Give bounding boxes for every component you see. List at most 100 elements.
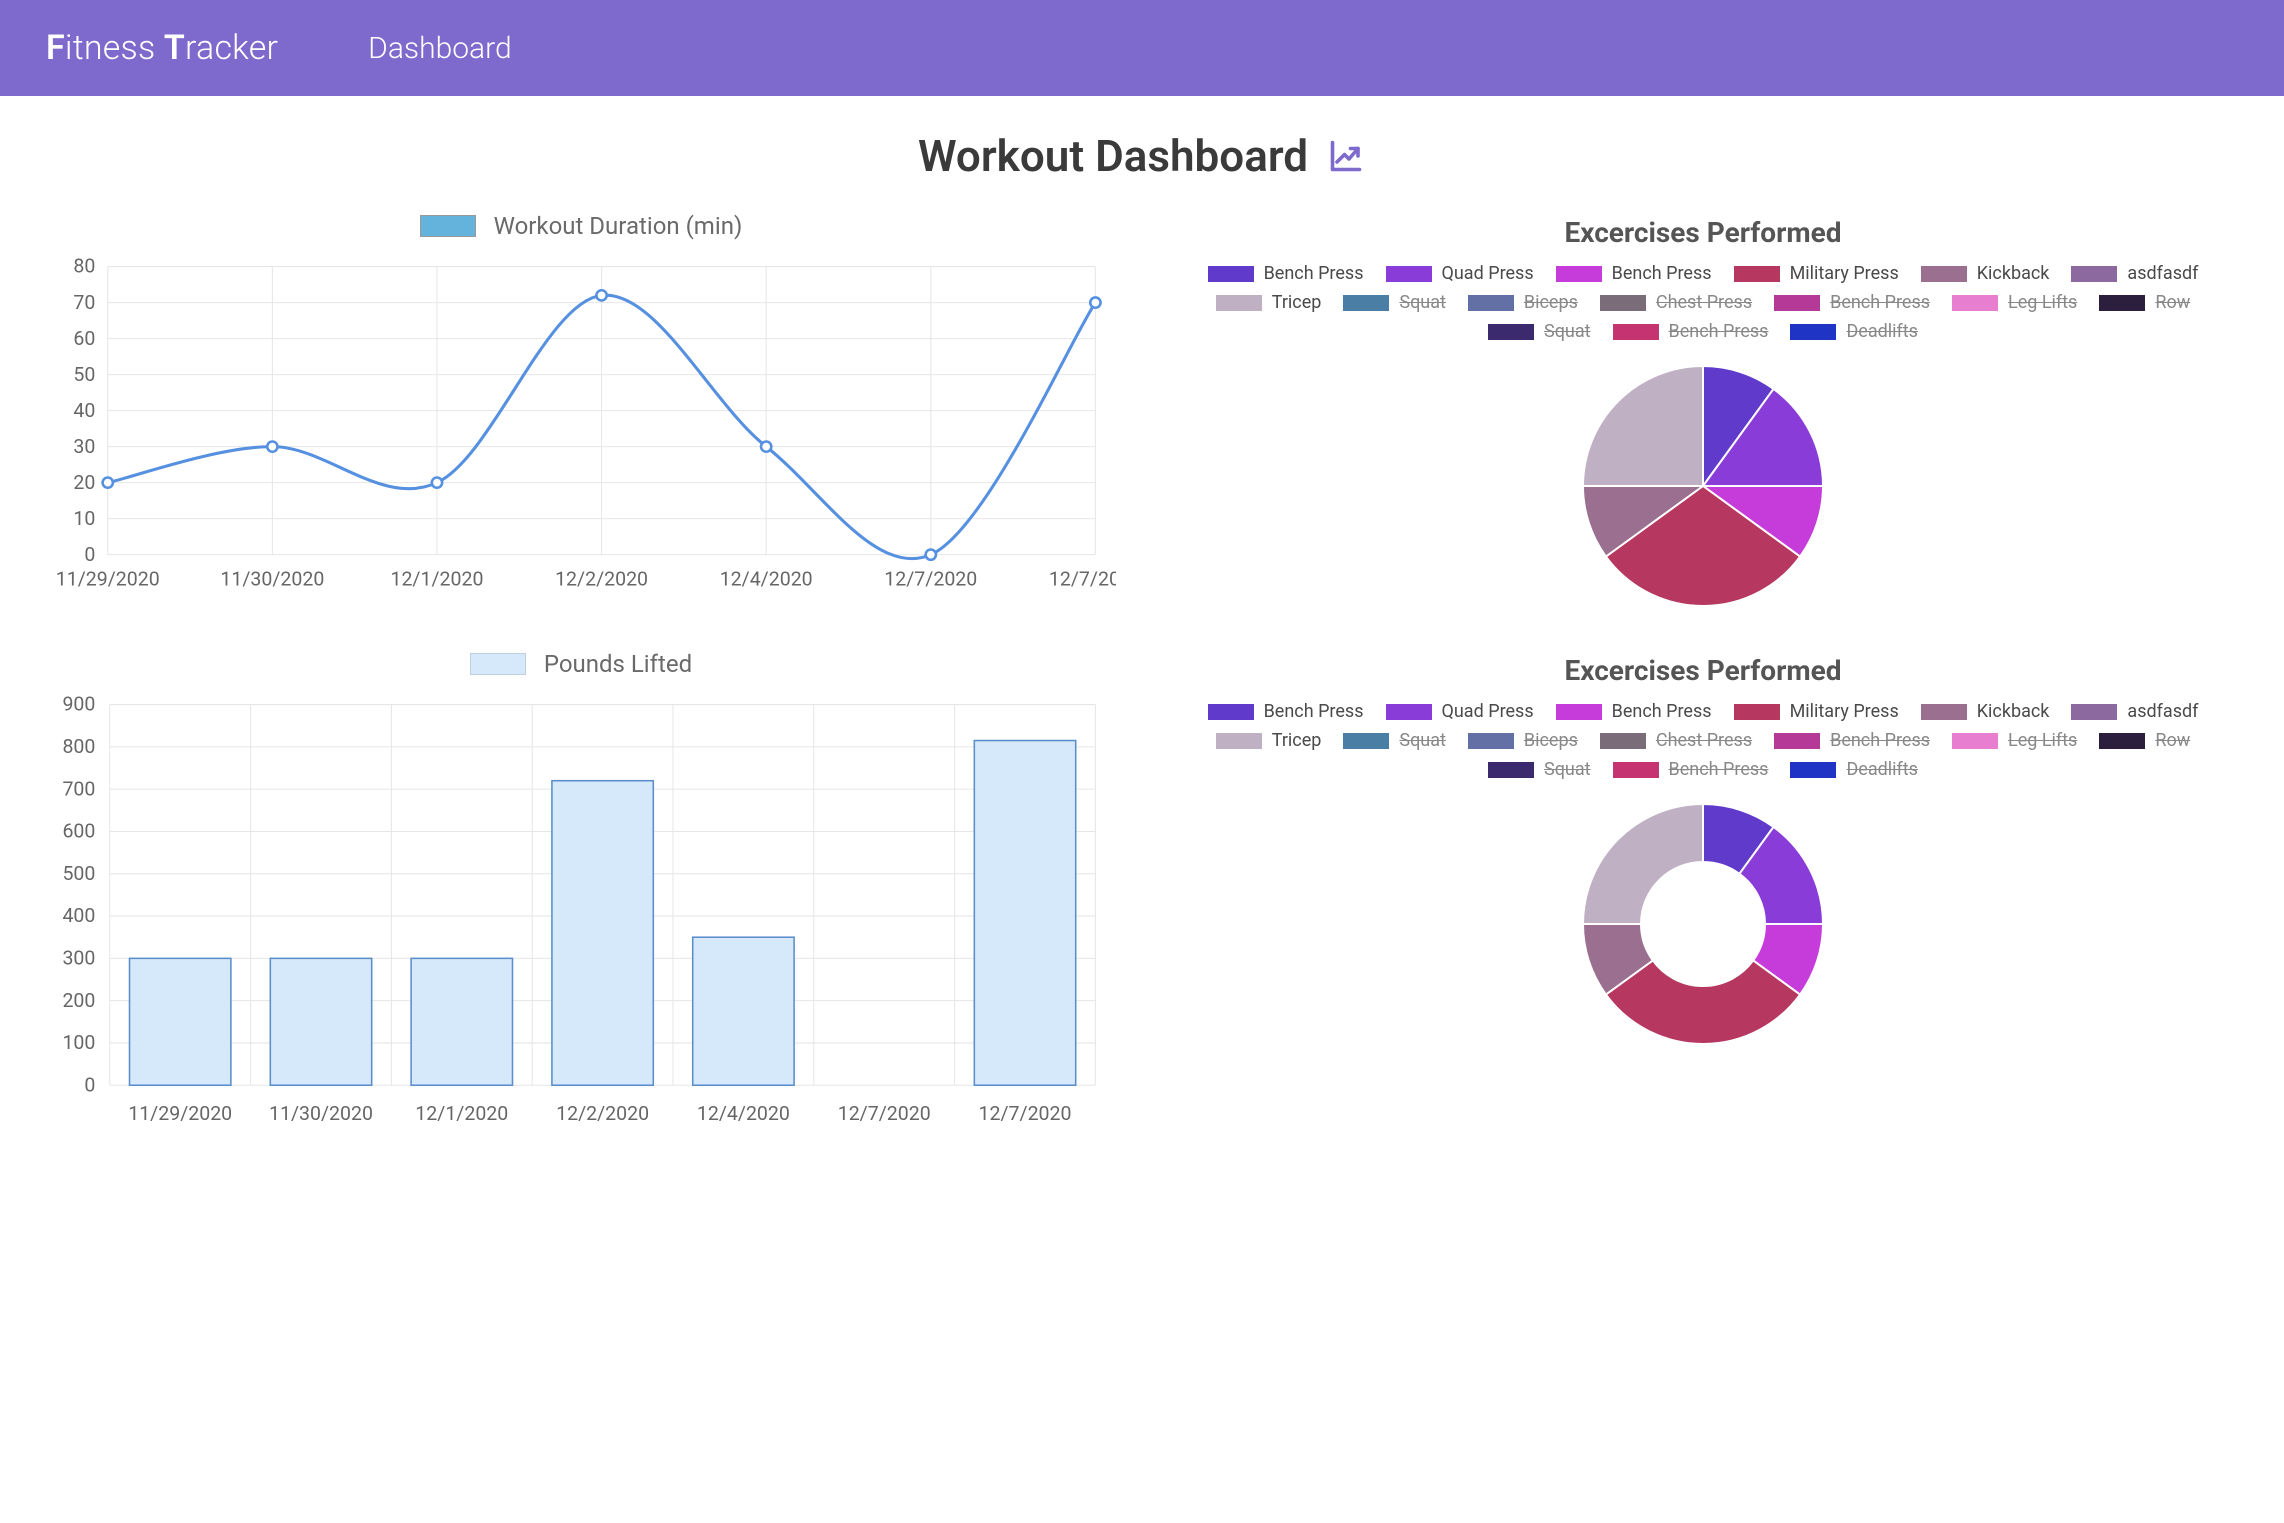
legend-label: Squat (1544, 759, 1591, 780)
svg-text:12/7/2020: 12/7/2020 (838, 1102, 931, 1125)
legend-swatch (1613, 324, 1659, 340)
legend-label: Squat (1544, 321, 1591, 342)
legend-swatch (1734, 704, 1780, 720)
legend-label: Chest Press (1656, 730, 1752, 751)
legend-item[interactable]: Row (2099, 292, 2190, 313)
legend-label: Squat (1399, 292, 1446, 313)
nav-link-dashboard[interactable]: Dashboard (368, 31, 511, 66)
brand[interactable]: Fitness Tracker (46, 28, 278, 68)
legend-item[interactable]: Quad Press (1386, 701, 1534, 722)
legend-item[interactable]: asdfasdf (2071, 263, 2198, 284)
page-title-text: Workout Dashboard (918, 130, 1308, 182)
svg-text:12/7/2020: 12/7/2020 (1049, 568, 1116, 591)
page-title: Workout Dashboard (918, 130, 1366, 182)
legend-item[interactable]: Bench Press (1208, 263, 1364, 284)
legend-item[interactable]: Biceps (1468, 730, 1578, 751)
legend-item[interactable]: Chest Press (1600, 730, 1752, 751)
legend-swatch (1556, 266, 1602, 282)
svg-text:11/30/2020: 11/30/2020 (269, 1102, 373, 1125)
exercises-donut-title: Excercises Performed (1168, 654, 2238, 687)
legend-label: Biceps (1524, 292, 1578, 313)
dashboard-grid: Workout Duration (min) 01020304050607080… (0, 192, 2284, 1191)
svg-text:20: 20 (73, 471, 95, 494)
exercises-donut-chart[interactable] (1573, 794, 1833, 1054)
legend-swatch (1921, 704, 1967, 720)
legend-item[interactable]: Squat (1488, 321, 1591, 342)
pounds-lifted-chart[interactable]: 010020030040050060070080090011/29/202011… (46, 684, 1116, 1137)
svg-text:600: 600 (62, 820, 95, 843)
legend-item[interactable]: Squat (1488, 759, 1591, 780)
legend-item[interactable]: Bench Press (1774, 730, 1930, 751)
legend-swatch (1734, 266, 1780, 282)
legend-swatch (1208, 266, 1254, 282)
legend-item[interactable]: Deadlifts (1790, 759, 1918, 780)
workout-duration-legend[interactable]: Workout Duration (min) (46, 212, 1116, 240)
legend-item[interactable]: Bench Press (1208, 701, 1364, 722)
legend-label: Bench Press (1669, 759, 1769, 780)
legend-label: Chest Press (1656, 292, 1752, 313)
svg-text:60: 60 (73, 327, 95, 350)
chart-trend-icon (1326, 138, 1366, 174)
svg-text:70: 70 (73, 291, 95, 314)
legend-label: Military Press (1790, 701, 1899, 722)
legend-item[interactable]: Quad Press (1386, 263, 1534, 284)
legend-item[interactable]: Bench Press (1556, 263, 1712, 284)
pie-slice[interactable] (1583, 804, 1703, 924)
svg-text:500: 500 (62, 862, 95, 885)
svg-text:50: 50 (73, 363, 95, 386)
legend-swatch (1600, 733, 1646, 749)
legend-item[interactable]: Chest Press (1600, 292, 1752, 313)
legend-item[interactable]: Bench Press (1613, 759, 1769, 780)
legend-item[interactable]: Squat (1343, 292, 1446, 313)
svg-text:900: 900 (62, 693, 95, 716)
exercises-pie-chart[interactable] (1573, 356, 1833, 616)
legend-item[interactable]: Bench Press (1556, 701, 1712, 722)
workout-duration-chart[interactable]: 0102030405060708011/29/202011/30/202012/… (46, 246, 1116, 596)
legend-label: Squat (1399, 730, 1446, 751)
legend-swatch (1343, 733, 1389, 749)
svg-text:12/1/2020: 12/1/2020 (390, 568, 483, 591)
legend-swatch (1774, 733, 1820, 749)
legend-item[interactable]: Leg Lifts (1952, 292, 2077, 313)
legend-swatch-duration (420, 215, 476, 237)
legend-item[interactable]: asdfasdf (2071, 701, 2198, 722)
legend-swatch (2099, 295, 2145, 311)
exercises-donut-panel: Excercises Performed Bench Press Quad Pre… (1162, 640, 2244, 1151)
legend-item[interactable]: Military Press (1734, 701, 1899, 722)
legend-label: Quad Press (1442, 701, 1534, 722)
legend-label: Bench Press (1830, 730, 1930, 751)
legend-label: Tricep (1272, 730, 1322, 751)
legend-item[interactable]: Bench Press (1774, 292, 1930, 313)
legend-swatch (1488, 324, 1534, 340)
pounds-lifted-legend[interactable]: Pounds Lifted (46, 650, 1116, 678)
svg-text:100: 100 (62, 1031, 95, 1054)
pie-slice[interactable] (1583, 366, 1703, 486)
legend-label: Bench Press (1612, 263, 1712, 284)
legend-swatch (1468, 733, 1514, 749)
legend-swatch (1556, 704, 1602, 720)
legend-swatch (1952, 733, 1998, 749)
legend-swatch (1386, 704, 1432, 720)
legend-item[interactable]: Deadlifts (1790, 321, 1918, 342)
svg-text:11/29/2020: 11/29/2020 (128, 1102, 232, 1125)
legend-item[interactable]: Tricep (1216, 730, 1322, 751)
legend-label: Bench Press (1264, 263, 1364, 284)
legend-item[interactable]: Kickback (1921, 701, 2050, 722)
exercises-donut-legend: Bench Press Quad Press Bench Press Military… (1168, 701, 2238, 780)
svg-text:11/30/2020: 11/30/2020 (220, 568, 324, 591)
legend-item[interactable]: Tricep (1216, 292, 1322, 313)
legend-label: asdfasdf (2127, 701, 2198, 722)
svg-text:200: 200 (62, 989, 95, 1012)
brand-initial-1: F (46, 28, 65, 68)
legend-swatch (2099, 733, 2145, 749)
legend-item[interactable]: Kickback (1921, 263, 2050, 284)
legend-label: Row (2155, 730, 2190, 751)
legend-item[interactable]: Bench Press (1613, 321, 1769, 342)
svg-text:30: 30 (73, 435, 95, 458)
legend-item[interactable]: Military Press (1734, 263, 1899, 284)
legend-item[interactable]: Row (2099, 730, 2190, 751)
legend-item[interactable]: Squat (1343, 730, 1446, 751)
legend-item[interactable]: Biceps (1468, 292, 1578, 313)
legend-item[interactable]: Leg Lifts (1952, 730, 2077, 751)
legend-swatch (1468, 295, 1514, 311)
